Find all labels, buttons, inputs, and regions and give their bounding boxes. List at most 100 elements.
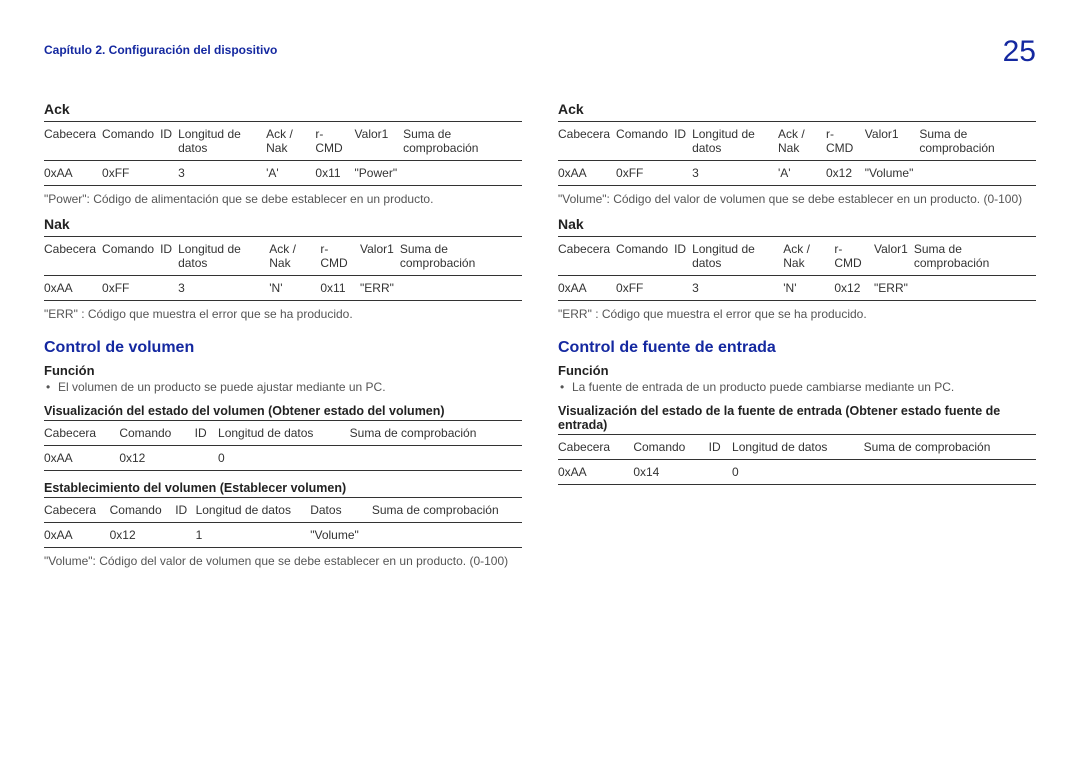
th: Cabecera [558,237,616,276]
td: 3 [178,276,269,301]
td: 0xAA [558,276,616,301]
th: Comando [616,237,674,276]
view-table: Cabecera Comando ID Longitud de datos Su… [558,434,1036,485]
th: ID [175,498,195,523]
td: 'A' [778,161,826,186]
td [403,161,522,186]
th: Ack / Nak [783,237,834,276]
td [864,460,1036,485]
td: 'A' [266,161,315,186]
section-title-source: Control de fuente de entrada [558,339,1036,357]
td: 0x12 [119,446,194,471]
th: Longitud de datos [692,122,778,161]
nak-table: Cabecera Comando ID Longitud de datos Ac… [558,236,1036,301]
th: Ack / Nak [266,122,315,161]
funcion-bullet: La fuente de entrada de un producto pued… [558,380,1036,394]
td: 1 [196,523,311,548]
view-heading: Visualización del estado de la fuente de… [558,404,1036,432]
table-row: 0xAA 0xFF 3 'N' 0x11 "ERR" [44,276,522,301]
th: Datos [310,498,372,523]
td: 0xFF [616,161,674,186]
view-table: Cabecera Comando ID Longitud de datos Su… [44,420,522,471]
table-row: 0xAA 0xFF 3 'A' 0x11 "Power" [44,161,522,186]
td: 0xFF [102,276,160,301]
td [175,523,195,548]
th: Longitud de datos [218,421,350,446]
page-header: Capítulo 2. Configuración del dispositiv… [44,35,1036,69]
th: ID [709,435,732,460]
ack-heading: Ack [44,101,522,117]
nak-heading: Nak [558,216,1036,232]
set-table: Cabecera Comando ID Longitud de datos Da… [44,497,522,548]
th: Cabecera [44,122,102,161]
th: Longitud de datos [178,237,269,276]
table-row: 0xAA 0xFF 3 'A' 0x12 "Volume" [558,161,1036,186]
th: Cabecera [558,122,616,161]
td: 0x12 [110,523,176,548]
nak-heading: Nak [44,216,522,232]
nak-note: "ERR" : Código que muestra el error que … [558,307,1036,321]
td [350,446,522,471]
th: Cabecera [44,237,102,276]
th: Suma de comprobación [372,498,522,523]
td: 0xAA [44,523,110,548]
td: 0xFF [616,276,674,301]
chapter-title: Capítulo 2. Configuración del dispositiv… [44,43,277,57]
td: 'N' [783,276,834,301]
td: 3 [692,276,783,301]
th: Ack / Nak [778,122,826,161]
th: Comando [119,421,194,446]
th: ID [674,237,692,276]
td: 0xAA [558,460,633,485]
nak-table: Cabecera Comando ID Longitud de datos Ac… [44,236,522,301]
th: Suma de comprobación [919,122,1036,161]
funcion-bullet: El volumen de un producto se puede ajust… [44,380,522,394]
td: 0xFF [102,161,160,186]
th: Valor1 [355,122,404,161]
th: Suma de comprobación [864,435,1036,460]
page-number: 25 [1003,35,1036,69]
th: Longitud de datos [692,237,783,276]
th: Valor1 [865,122,920,161]
td: 0 [732,460,864,485]
section-title-volume: Control de volumen [44,339,522,357]
th: Comando [633,435,708,460]
th: Longitud de datos [178,122,266,161]
th: Cabecera [44,421,119,446]
th: Suma de comprobación [400,237,522,276]
funcion-heading: Función [44,363,522,378]
th: Longitud de datos [732,435,864,460]
td: 0x11 [315,161,354,186]
th: Valor1 [874,237,914,276]
td [160,161,178,186]
th: Cabecera [44,498,110,523]
td [674,276,692,301]
th: Comando [102,122,160,161]
th: ID [160,122,178,161]
td [674,161,692,186]
th: r-CMD [315,122,354,161]
th: ID [674,122,692,161]
th: Suma de comprobación [350,421,522,446]
td: 0xAA [558,161,616,186]
td [195,446,218,471]
th: Cabecera [558,435,633,460]
td: 0x12 [834,276,874,301]
td [160,276,178,301]
th: r-CMD [826,122,865,161]
ack-note: "Power": Código de alimentación que se d… [44,192,522,206]
th: r-CMD [834,237,874,276]
td: 0xAA [44,276,102,301]
th: Longitud de datos [196,498,311,523]
td [709,460,732,485]
td: 3 [692,161,778,186]
table-row: 0xAA 0x12 1 "Volume" [44,523,522,548]
th: Suma de comprobación [914,237,1036,276]
td [372,523,522,548]
td [919,161,1036,186]
td: "Volume" [310,523,372,548]
th: Suma de comprobación [403,122,522,161]
th: Comando [110,498,176,523]
td: 0 [218,446,350,471]
th: Valor1 [360,237,400,276]
